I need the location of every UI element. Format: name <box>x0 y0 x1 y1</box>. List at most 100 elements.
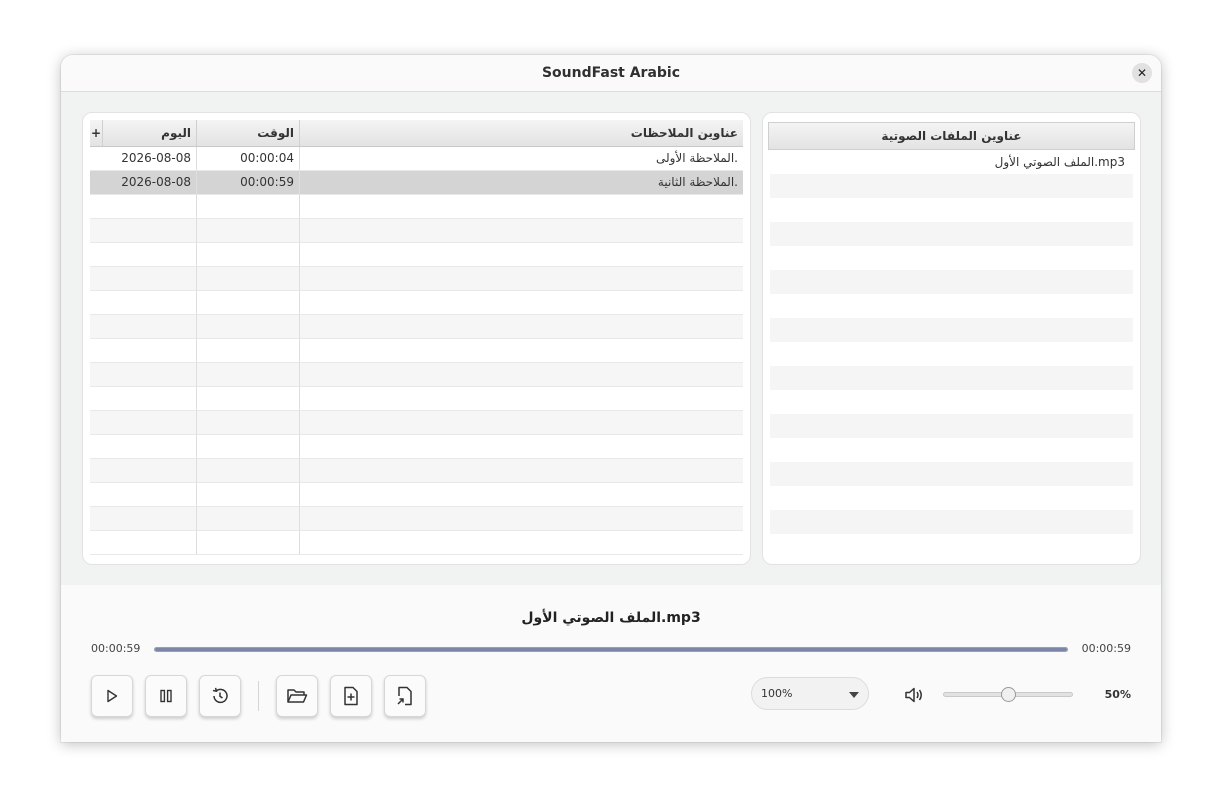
table-row[interactable] <box>90 219 743 243</box>
cell-title <box>300 291 743 315</box>
cell-time <box>197 459 300 483</box>
cell-day <box>90 507 197 531</box>
list-item[interactable] <box>770 438 1133 462</box>
cell-time <box>197 243 300 267</box>
cell-title <box>300 363 743 387</box>
list-item[interactable] <box>770 318 1133 342</box>
column-header-title[interactable]: عناوين الملاحظات <box>300 120 743 146</box>
cell-time <box>197 339 300 363</box>
title-bar: SoundFast Arabic ✕ <box>61 55 1161 92</box>
cell-time <box>197 267 300 291</box>
list-item[interactable] <box>770 174 1133 198</box>
cell-day <box>90 531 197 555</box>
table-row[interactable] <box>90 291 743 315</box>
column-header-time[interactable]: الوقت <box>197 120 300 146</box>
replay-button[interactable] <box>199 675 241 717</box>
table-row[interactable] <box>90 411 743 435</box>
progress-fill <box>155 648 1067 651</box>
file-plus-icon <box>344 686 358 706</box>
table-row[interactable] <box>90 507 743 531</box>
list-item[interactable] <box>770 342 1133 366</box>
cell-title <box>300 531 743 555</box>
list-item[interactable] <box>770 222 1133 246</box>
chevron-down-icon <box>849 692 859 698</box>
table-row[interactable] <box>90 315 743 339</box>
cell-title <box>300 339 743 363</box>
close-icon[interactable]: ✕ <box>1132 63 1152 83</box>
list-item[interactable] <box>770 246 1133 270</box>
total-duration: 00:00:59 <box>1081 642 1131 655</box>
cell-time <box>197 531 300 555</box>
add-column-button[interactable]: + <box>90 120 103 146</box>
audio-files-body: الملف الصوتي الأول.mp3 <box>768 150 1135 534</box>
volume-percent: 50% <box>1104 688 1131 701</box>
export-button[interactable] <box>384 675 426 717</box>
toolbar-separator <box>258 681 259 711</box>
notes-panel: + اليوم الوقت عناوين الملاحظات 2026-08-0… <box>82 112 751 565</box>
play-icon <box>107 689 118 703</box>
table-row[interactable] <box>90 459 743 483</box>
table-row[interactable] <box>90 435 743 459</box>
volume-slider-handle[interactable] <box>1001 687 1016 702</box>
folder-open-icon <box>287 689 308 703</box>
cell-title <box>300 243 743 267</box>
list-item[interactable] <box>770 414 1133 438</box>
table-row[interactable] <box>90 243 743 267</box>
cell-time <box>197 507 300 531</box>
cell-title <box>300 483 743 507</box>
volume-slider[interactable] <box>943 687 1073 702</box>
file-export-icon <box>397 686 412 706</box>
table-row[interactable]: 2026-08-08 00:00:59 الملاحظة الثانية. <box>90 171 743 195</box>
list-item[interactable] <box>770 294 1133 318</box>
cell-time <box>197 195 300 219</box>
cell-time <box>197 219 300 243</box>
list-item[interactable] <box>770 390 1133 414</box>
cell-day <box>90 387 197 411</box>
table-row[interactable] <box>90 267 743 291</box>
cell-time <box>197 291 300 315</box>
cell-time <box>197 315 300 339</box>
cell-title <box>300 411 743 435</box>
cell-day <box>90 363 197 387</box>
open-folder-button[interactable] <box>276 675 318 717</box>
cell-time <box>197 387 300 411</box>
table-row[interactable] <box>90 387 743 411</box>
table-row[interactable] <box>90 531 743 555</box>
notes-table: + اليوم الوقت عناوين الملاحظات 2026-08-0… <box>90 120 743 555</box>
table-row[interactable] <box>90 363 743 387</box>
list-item[interactable] <box>770 486 1133 510</box>
history-icon <box>212 687 228 704</box>
elapsed-time: 00:00:59 <box>91 642 141 655</box>
cell-time <box>197 411 300 435</box>
cell-title <box>300 459 743 483</box>
cell-title <box>300 435 743 459</box>
table-row[interactable] <box>90 339 743 363</box>
speed-value: 100% <box>761 687 793 700</box>
speaker-icon[interactable] <box>904 686 924 704</box>
table-row[interactable]: 2026-08-08 00:00:04 الملاحظة الأولى. <box>90 147 743 171</box>
list-item[interactable] <box>770 270 1133 294</box>
list-item[interactable] <box>770 198 1133 222</box>
column-header-day[interactable]: اليوم <box>103 120 197 146</box>
audio-files-header[interactable]: عناوين الملفات الصوتية <box>768 122 1135 150</box>
list-item[interactable] <box>770 510 1133 534</box>
new-note-button[interactable] <box>330 675 372 717</box>
cell-time: 00:00:59 <box>197 171 300 195</box>
cell-title: الملاحظة الثانية. <box>300 171 743 195</box>
cell-day <box>90 267 197 291</box>
list-item[interactable]: الملف الصوتي الأول.mp3 <box>770 150 1133 174</box>
cell-title <box>300 195 743 219</box>
progress-bar[interactable] <box>154 647 1068 652</box>
table-row[interactable] <box>90 483 743 507</box>
cell-title <box>300 315 743 339</box>
list-item[interactable] <box>770 366 1133 390</box>
cell-time <box>197 435 300 459</box>
cell-title <box>300 507 743 531</box>
table-row[interactable] <box>90 195 743 219</box>
app-window: SoundFast Arabic ✕ + اليوم الوقت عناوين … <box>61 55 1161 742</box>
cell-time: 00:00:04 <box>197 147 300 171</box>
speed-dropdown[interactable]: 100% <box>751 677 869 710</box>
play-button[interactable] <box>91 675 133 717</box>
pause-button[interactable] <box>145 675 187 717</box>
list-item[interactable] <box>770 462 1133 486</box>
